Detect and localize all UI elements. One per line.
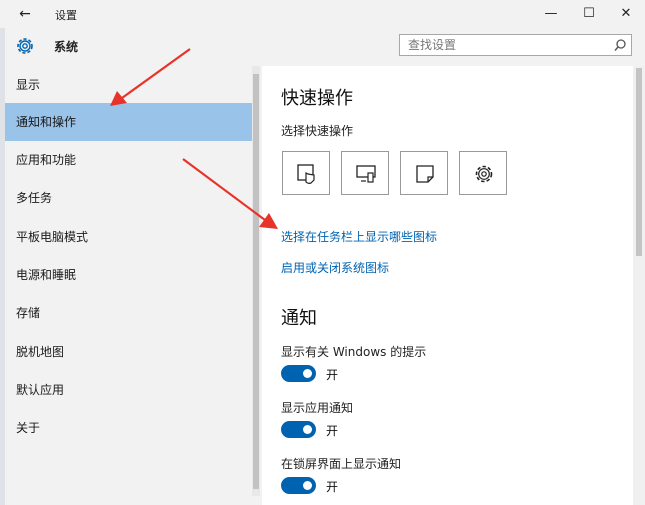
annotation-arrow-link <box>182 158 278 229</box>
annotation-arrows <box>110 48 278 229</box>
settings-window: ← 设置 — ☐ ✕ 系统 显示 通知和操作 应用和功能 多任务 平板电脑模式 … <box>0 0 645 505</box>
annotation-arrow-sidebar <box>110 48 191 106</box>
